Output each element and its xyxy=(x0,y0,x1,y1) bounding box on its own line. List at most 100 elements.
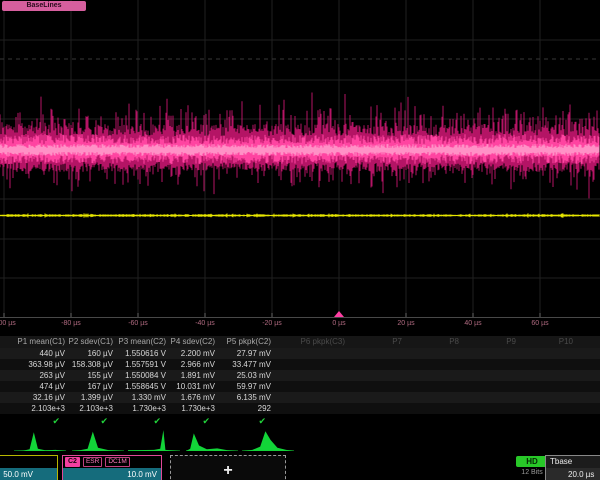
cell-p5-max: 59.97 mV xyxy=(218,381,274,392)
trace-annotation-badge[interactable]: BaseLines xyxy=(2,1,86,11)
c1-volts-per-div: 50.0 mV xyxy=(0,468,57,480)
cell-p7-value xyxy=(348,348,405,359)
cell-p11-min xyxy=(576,370,600,381)
hd-mode-badge[interactable]: HD xyxy=(516,456,548,467)
cell-p5-mean: 33.477 mV xyxy=(218,359,274,370)
time-axis-label: -40 µs xyxy=(195,320,215,327)
status-empty xyxy=(462,414,519,428)
time-axis: -100 µs-80 µs-60 µs-40 µs-20 µs0 µs20 µs… xyxy=(0,320,600,332)
param-header-p3[interactable]: P3 mean(C2) xyxy=(116,336,169,348)
cell-p8-sdev xyxy=(405,392,462,403)
time-axis-label: 0 µs xyxy=(332,320,345,327)
param-header-p8[interactable]: P8 xyxy=(405,336,462,348)
cell-p7-num xyxy=(348,403,405,414)
waveform-display[interactable]: BaseLines xyxy=(0,0,600,318)
time-axis-label: 60 µs xyxy=(531,320,548,327)
cell-p6-mean xyxy=(274,359,348,370)
stat-row-max: 474 µV167 µV1.558645 V10.031 mV59.97 mV xyxy=(0,381,600,392)
cell-p7-sdev xyxy=(348,392,405,403)
timebase-scale: 20.0 µs xyxy=(546,468,600,480)
param-header-p9[interactable]: P9 xyxy=(462,336,519,348)
status-ok-checkmark-p4: ✔ xyxy=(169,414,218,428)
param-header-p2[interactable]: P2 sdev(C1) xyxy=(68,336,116,348)
cell-p4-mean: 2.966 mV xyxy=(169,359,218,370)
cell-p10-max xyxy=(519,381,576,392)
histicon-p1[interactable] xyxy=(14,428,66,452)
cell-p10-sdev xyxy=(519,392,576,403)
stat-row-num: 2.103e+32.103e+31.730e+31.730e+3292 xyxy=(0,403,600,414)
histicon-p2[interactable] xyxy=(72,428,124,452)
cell-p4-max: 10.031 mV xyxy=(169,381,218,392)
param-header-p5[interactable]: P5 pkpk(C2) xyxy=(218,336,274,348)
stat-row-min: 263 µV155 µV1.550084 V1.891 mV25.03 mV xyxy=(0,370,600,381)
stat-row-sdev: 32.16 µV1.399 µV1.330 mV1.676 mV6.135 mV xyxy=(0,392,600,403)
cell-p1-min: 263 µV xyxy=(0,370,68,381)
param-header-p4[interactable]: P4 sdev(C2) xyxy=(169,336,218,348)
status-ok-checkmark-p2: ✔ xyxy=(68,414,116,428)
histicon-strip[interactable] xyxy=(0,428,600,452)
status-empty xyxy=(348,414,405,428)
param-header-p11[interactable]: P11 xyxy=(576,336,600,348)
table-row: P1 mean(C1)P2 sdev(C1)P3 mean(C2)P4 sdev… xyxy=(0,336,600,348)
status-ok-checkmark-p3: ✔ xyxy=(116,414,169,428)
time-axis-label: -60 µs xyxy=(128,320,148,327)
trigger-marker xyxy=(334,311,344,317)
param-header-p10[interactable]: P10 xyxy=(519,336,576,348)
cell-p1-mean: 363.98 µV xyxy=(0,359,68,370)
cell-p7-max xyxy=(348,381,405,392)
channel-descriptor-c2[interactable]: C2 ESR DC1M 10.0 mV xyxy=(62,455,162,480)
c2-esr-badge: ESR xyxy=(83,457,102,467)
cell-p6-sdev xyxy=(274,392,348,403)
param-header-p1[interactable]: P1 mean(C1) xyxy=(0,336,68,348)
waveform-plot xyxy=(0,0,600,318)
cell-p6-value xyxy=(274,348,348,359)
cell-p5-sdev: 6.135 mV xyxy=(218,392,274,403)
status-ok-checkmark-p1: ✔ xyxy=(0,414,68,428)
cell-p8-value xyxy=(405,348,462,359)
time-axis-label: -20 µs xyxy=(262,320,282,327)
cell-p4-value: 2.200 mV xyxy=(169,348,218,359)
cell-p1-num: 2.103e+3 xyxy=(0,403,68,414)
channel-descriptor-c1[interactable]: C1 DC1M 50.0 mV xyxy=(0,455,58,480)
timebase-descriptor[interactable]: Tbase 20.0 µs xyxy=(545,455,600,480)
cell-p4-sdev: 1.676 mV xyxy=(169,392,218,403)
cell-p3-mean: 1.557591 V xyxy=(116,359,169,370)
histicon-p3[interactable] xyxy=(128,428,180,452)
histicon-p5[interactable] xyxy=(242,428,294,452)
c2-volts-per-div: 10.0 mV xyxy=(63,468,161,480)
cell-p6-max xyxy=(274,381,348,392)
status-ok-checkmark-p5: ✔ xyxy=(218,414,274,428)
cell-p11-mean xyxy=(576,359,600,370)
cell-p10-mean xyxy=(519,359,576,370)
descriptor-bar: C1 DC1M 50.0 mV C2 ESR DC1M 10.0 mV + HD… xyxy=(0,455,600,480)
stat-row-mean: 363.98 µV158.308 µV1.557591 V2.966 mV33.… xyxy=(0,359,600,370)
cell-p10-min xyxy=(519,370,576,381)
cell-p1-value: 440 µV xyxy=(0,348,68,359)
cell-p8-mean xyxy=(405,359,462,370)
histicon-p4[interactable] xyxy=(186,428,238,452)
cell-p9-max xyxy=(462,381,519,392)
cell-p4-min: 1.891 mV xyxy=(169,370,218,381)
cell-p11-value xyxy=(576,348,600,359)
cell-p9-value xyxy=(462,348,519,359)
cell-p9-min xyxy=(462,370,519,381)
status-row: ✔✔✔✔✔ xyxy=(0,414,600,428)
c2-coupling-badge: DC1M xyxy=(105,457,129,467)
cell-p7-mean xyxy=(348,359,405,370)
cell-p11-num xyxy=(576,403,600,414)
param-header-p7[interactable]: P7 xyxy=(348,336,405,348)
cell-p3-sdev: 1.330 mV xyxy=(116,392,169,403)
oscilloscope-screen: BaseLines -100 µs-80 µs-60 µs-40 µs-20 µ… xyxy=(0,0,600,480)
cell-p2-max: 167 µV xyxy=(68,381,116,392)
add-trace-button[interactable]: + xyxy=(170,455,286,480)
cell-p9-sdev xyxy=(462,392,519,403)
param-header-p6[interactable]: P6 pkpk(C3) xyxy=(274,336,348,348)
cell-p8-max xyxy=(405,381,462,392)
cell-p2-min: 155 µV xyxy=(68,370,116,381)
status-empty xyxy=(405,414,462,428)
measurement-table[interactable]: P1 mean(C1)P2 sdev(C1)P3 mean(C2)P4 sdev… xyxy=(0,336,600,428)
cell-p2-num: 2.103e+3 xyxy=(68,403,116,414)
cell-p3-value: 1.550616 V xyxy=(116,348,169,359)
cell-p2-mean: 158.308 µV xyxy=(68,359,116,370)
status-empty xyxy=(519,414,576,428)
